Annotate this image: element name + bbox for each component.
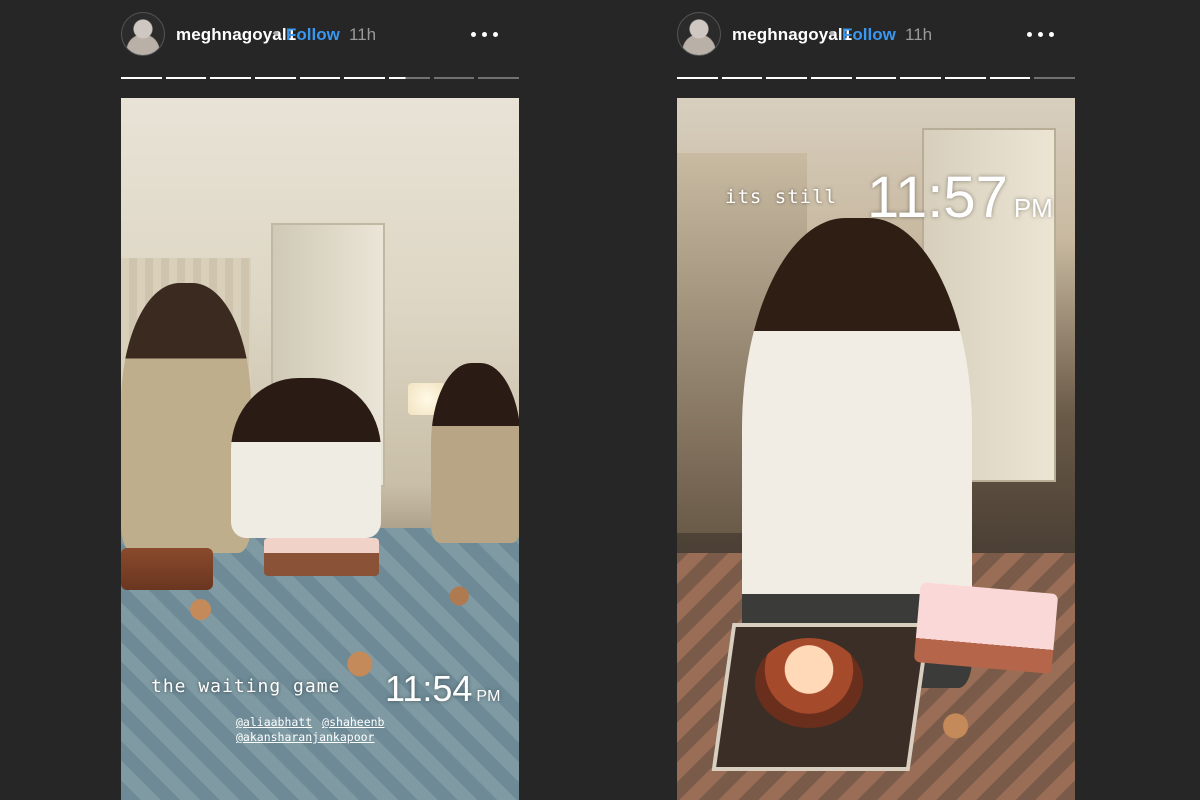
story-panel-left: meghnagoyal1 • Follow 11h the waiting ga… bbox=[121, 0, 520, 800]
mentions: @aliaabhatt @shaheenb @akansharanjankapo… bbox=[236, 715, 384, 745]
progress-segment bbox=[210, 77, 252, 79]
progress-segment-current bbox=[1034, 77, 1076, 79]
cake bbox=[264, 538, 379, 576]
story-progress-bar bbox=[677, 77, 1076, 80]
progress-segment bbox=[299, 77, 341, 79]
more-options-icon[interactable] bbox=[471, 30, 507, 40]
progress-segment bbox=[478, 77, 520, 79]
progress-segment bbox=[900, 77, 942, 79]
mention-tag[interactable]: @aliaabhatt bbox=[236, 715, 312, 730]
progress-segment bbox=[855, 77, 897, 79]
separator-dot: • bbox=[829, 24, 835, 43]
mention-tag[interactable]: @akansharanjankapoor bbox=[236, 730, 384, 745]
time-sticker: 11:54 PM bbox=[385, 668, 500, 710]
more-options-icon[interactable] bbox=[1027, 30, 1063, 40]
story-media[interactable]: its still 11:57 PM bbox=[677, 98, 1075, 800]
cake bbox=[913, 582, 1059, 674]
story-media[interactable]: the waiting game 11:54 PM @aliaabhatt @sh… bbox=[121, 98, 519, 800]
person bbox=[431, 363, 519, 543]
avatar[interactable] bbox=[677, 12, 721, 56]
cake bbox=[755, 638, 863, 728]
follow-button[interactable]: Follow bbox=[286, 25, 340, 45]
progress-segment bbox=[811, 77, 852, 79]
story-panel-right: meghnagoyal1 • Follow 11h its still 11:5… bbox=[677, 0, 1076, 800]
story-caption: its still bbox=[725, 186, 837, 208]
progress-segment bbox=[121, 77, 162, 79]
progress-segment bbox=[255, 77, 296, 79]
time-sticker-suffix: PM bbox=[476, 688, 501, 705]
time-ago: 11h bbox=[905, 25, 933, 44]
progress-segment bbox=[344, 77, 386, 79]
story-header: meghnagoyal1 • Follow 11h bbox=[677, 12, 1075, 56]
time-sticker-value: 11:54 bbox=[385, 668, 473, 709]
follow-button[interactable]: Follow bbox=[842, 25, 896, 45]
time-sticker: 11:57 PM bbox=[867, 164, 1053, 231]
avatar[interactable] bbox=[121, 12, 165, 56]
time-sticker-suffix: PM bbox=[1013, 193, 1053, 223]
progress-segment bbox=[766, 77, 808, 79]
story-progress-bar bbox=[121, 77, 520, 80]
time-sticker-value: 11:57 bbox=[867, 165, 1008, 230]
mention-tag[interactable]: @shaheenb bbox=[322, 715, 384, 730]
progress-segment bbox=[989, 77, 1031, 79]
time-ago: 11h bbox=[349, 25, 377, 44]
person bbox=[231, 378, 381, 538]
progress-segment bbox=[677, 77, 718, 79]
progress-segment bbox=[721, 77, 763, 79]
progress-segment-current bbox=[389, 77, 430, 79]
progress-segment bbox=[945, 77, 986, 79]
separator-dot: • bbox=[273, 24, 279, 43]
story-caption: the waiting game bbox=[151, 676, 341, 697]
cake bbox=[121, 548, 213, 590]
story-header: meghnagoyal1 • Follow 11h bbox=[121, 12, 519, 56]
progress-segment bbox=[433, 77, 475, 79]
progress-segment bbox=[165, 77, 207, 79]
